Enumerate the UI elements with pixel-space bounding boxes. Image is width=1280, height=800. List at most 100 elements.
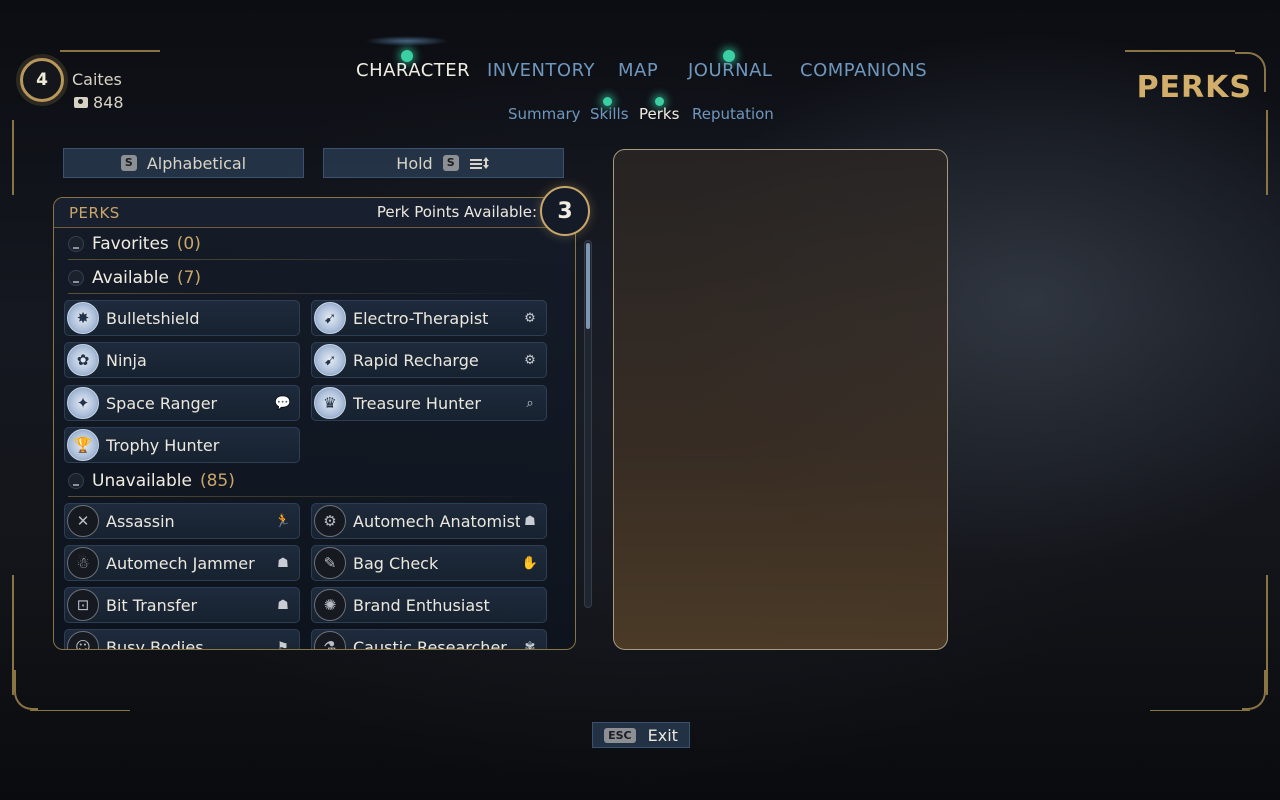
perk-points-badge: 3: [540, 186, 590, 236]
perk-label: Bag Check: [353, 553, 439, 573]
robot-tag-icon: ☗: [277, 597, 289, 613]
exit-label: Exit: [647, 725, 678, 745]
automech-jammer-icon: ☃: [67, 547, 99, 579]
bulletshield-icon: ✸: [67, 302, 99, 334]
esc-key-hint: ESC: [604, 727, 636, 743]
category-available[interactable]: Available (7): [68, 266, 201, 290]
perk-label: Electro-Therapist: [353, 308, 489, 328]
frame-corner-bottom-left: [14, 670, 38, 710]
category-divider: [68, 293, 548, 294]
tab-companions[interactable]: COMPANIONS: [800, 60, 927, 81]
perk-bit-transfer[interactable]: ⊡ Bit Transfer ☗: [64, 587, 300, 623]
subtab-summary[interactable]: Summary: [508, 105, 581, 123]
perks-panel-header: PERKS Perk Points Available:: [54, 198, 575, 228]
brand-enthusiast-icon: ✺: [314, 589, 346, 621]
tab-inventory[interactable]: INVENTORY: [487, 60, 595, 81]
bag-check-icon: ✎: [314, 547, 346, 579]
perk-space-ranger[interactable]: ✦ Space Ranger 💬: [64, 385, 300, 421]
perks-scrollbar[interactable]: [584, 240, 592, 608]
perk-brand-enthusiast[interactable]: ✺ Brand Enthusiast: [311, 587, 547, 623]
category-favorites[interactable]: Favorites (0): [68, 232, 201, 256]
assassin-icon: ✕: [67, 505, 99, 537]
perk-label: Assassin: [106, 511, 175, 531]
sort-label: Alphabetical: [146, 153, 247, 173]
category-count: (85): [199, 471, 235, 491]
bit-transfer-icon: ⊡: [67, 589, 99, 621]
category-count: (0): [176, 234, 201, 254]
frame-bottom-right-line: [1150, 710, 1250, 711]
perk-rapid-recharge[interactable]: ➹ Rapid Recharge ⚙: [311, 342, 547, 378]
subtab-perks[interactable]: Perks: [639, 105, 679, 123]
category-divider: [68, 259, 548, 260]
perk-assassin[interactable]: ✕ Assassin 🏃: [64, 503, 300, 539]
busy-bodies-icon: ☺: [67, 631, 99, 649]
frame-top-right-line: [1125, 50, 1235, 52]
sort-order-icon: [469, 157, 489, 169]
category-count: (7): [176, 268, 202, 288]
perk-treasure-hunter[interactable]: ♛ Treasure Hunter ⌕: [311, 385, 547, 421]
credits-value: 848: [93, 93, 124, 112]
scrollbar-thumb[interactable]: [586, 243, 590, 329]
robot-tag-icon: ☗: [524, 513, 536, 529]
category-label: Favorites: [92, 234, 169, 254]
frame-corner-bottom-right: [1242, 670, 1266, 710]
perks-list-panel: PERKS Perk Points Available: Favorites (…: [53, 197, 576, 650]
electro-therapist-icon: ➹: [314, 302, 346, 334]
perk-points-value: 3: [557, 198, 573, 224]
collapse-icon: [68, 473, 84, 489]
sort-key-hint: S: [120, 155, 137, 171]
perks-panel-title: PERKS: [69, 204, 120, 222]
active-tab-glow: [365, 36, 449, 46]
perk-automech-anatomist[interactable]: ⚙ Automech Anatomist ☗: [311, 503, 547, 539]
hold-key-hint: S: [442, 155, 459, 171]
subtab-skills[interactable]: Skills: [590, 105, 629, 123]
brain-tag-icon: ✾: [524, 639, 536, 650]
perk-caustic-researcher[interactable]: ⚗ Caustic Researcher ✾: [311, 629, 547, 650]
space-ranger-icon: ✦: [67, 387, 99, 419]
category-divider: [68, 496, 548, 497]
sort-order-button[interactable]: Hold S: [323, 148, 564, 178]
tab-map[interactable]: MAP: [618, 60, 658, 81]
category-unavailable[interactable]: Unavailable (85): [68, 469, 235, 493]
perk-label: Automech Jammer: [106, 553, 255, 573]
frame-right-line: [1266, 110, 1268, 195]
gear-tag-icon: ⚙: [524, 310, 536, 326]
perk-bag-check[interactable]: ✎ Bag Check ✋: [311, 545, 547, 581]
stealth-tag-icon: 🏃: [274, 513, 292, 529]
exit-button[interactable]: ESC Exit: [592, 722, 690, 748]
perk-busy-bodies[interactable]: ☺ Busy Bodies ⚑: [64, 629, 300, 650]
perk-ninja[interactable]: ✿ Ninja: [64, 342, 300, 378]
character-name: Caites: [72, 70, 122, 89]
player-level-badge: 4: [20, 58, 64, 102]
perk-label: Treasure Hunter: [353, 393, 481, 413]
credits-display: 848: [74, 93, 124, 112]
perk-label: Brand Enthusiast: [353, 595, 490, 615]
perk-label: Ninja: [106, 350, 147, 370]
perk-label: Busy Bodies: [106, 637, 204, 650]
tab-character[interactable]: CHARACTER: [356, 60, 470, 81]
perk-bulletshield[interactable]: ✸ Bulletshield: [64, 300, 300, 336]
perk-automech-jammer[interactable]: ☃ Automech Jammer ☗: [64, 545, 300, 581]
subtab-reputation[interactable]: Reputation: [692, 105, 774, 123]
tab-journal[interactable]: JOURNAL: [688, 60, 772, 81]
category-label: Unavailable: [92, 471, 192, 491]
collapse-icon: [68, 236, 84, 252]
perk-label: Trophy Hunter: [106, 435, 220, 455]
perk-label: Space Ranger: [106, 393, 218, 413]
speech-tag-icon: 💬: [274, 395, 292, 411]
perk-points-label: Perk Points Available:: [376, 203, 537, 221]
frame-right-bottom-line: [1266, 575, 1268, 695]
perk-trophy-hunter[interactable]: 🏆 Trophy Hunter: [64, 427, 300, 463]
frame-left-line: [12, 120, 14, 195]
perk-label: Rapid Recharge: [353, 350, 479, 370]
treasure-hunter-icon: ♛: [314, 387, 346, 419]
collapse-icon: [68, 270, 84, 286]
sort-alphabetical-button[interactable]: S Alphabetical: [63, 148, 304, 178]
perk-electro-therapist[interactable]: ➹ Electro-Therapist ⚙: [311, 300, 547, 336]
perk-label: Bulletshield: [106, 308, 200, 328]
frame-top-left-line: [60, 50, 160, 52]
gear-tag-icon: ⚙: [524, 352, 536, 368]
rapid-recharge-icon: ➹: [314, 344, 346, 376]
credits-icon: [74, 97, 88, 108]
hold-label: Hold: [396, 153, 433, 173]
